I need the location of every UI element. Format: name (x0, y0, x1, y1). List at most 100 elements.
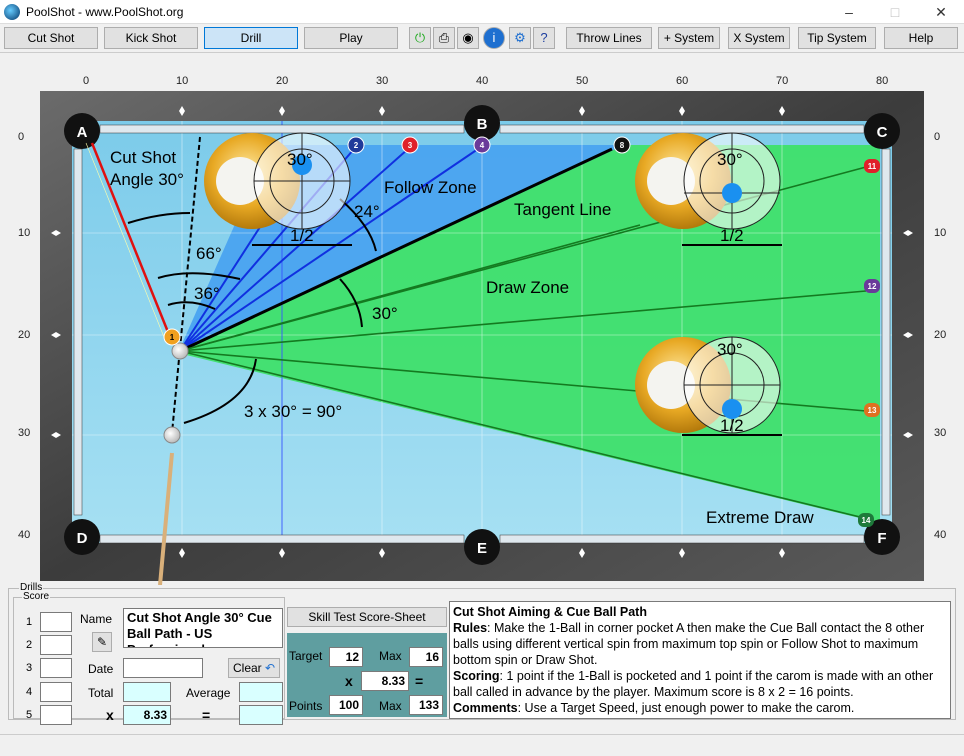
follow-diagram-angle: 30° (287, 150, 313, 169)
average-label: Average (186, 686, 231, 700)
comments-text: : Use a Target Speed, just enough power … (517, 701, 855, 715)
settings-icon[interactable]: ⚙ (509, 27, 531, 49)
date-field[interactable] (123, 658, 203, 678)
ball-3-label: 3 (408, 141, 413, 150)
score-row-5-input[interactable] (40, 705, 72, 725)
score-row-3-input[interactable] (40, 658, 72, 678)
pocket-f-label: F (877, 530, 886, 547)
scoring-label: Scoring (453, 669, 500, 683)
drill-description[interactable]: Cut Shot Aiming & Cue Ball Path Rules: M… (449, 601, 951, 719)
total-field[interactable] (123, 682, 171, 702)
tangent-diagram-half: 1/2 (720, 226, 744, 245)
score-row-2-input[interactable] (40, 635, 72, 655)
play-button[interactable]: Play (304, 27, 398, 49)
equals-symbol: = (202, 707, 211, 723)
plus-system-button[interactable]: + System (658, 27, 720, 49)
cue-ball-ghost (171, 342, 189, 360)
rules-paragraph: Rules: Make the 1-Ball in corner pocket … (453, 620, 947, 668)
average-field[interactable] (239, 682, 283, 702)
ball-2-label: 2 (354, 141, 359, 150)
pocket-c-label: C (877, 124, 888, 141)
ball-11-label: 11 (868, 162, 877, 171)
ball-8-label: 8 (620, 141, 625, 150)
pocket-b-label: B (477, 116, 488, 133)
max2-label: Max (379, 699, 402, 713)
maximize-button[interactable]: □ (872, 0, 918, 24)
pocket-a-label: A (77, 124, 88, 141)
camera-icon[interactable]: ◉ (457, 27, 479, 49)
window-title: PoolShot - www.PoolShot.org (26, 5, 184, 19)
extreme-draw-text: Extreme Draw (706, 508, 814, 527)
rules-label: Rules (453, 621, 488, 635)
throw-lines-button[interactable]: Throw Lines (566, 27, 652, 49)
skill-test-grid: Target 12 Max 16 x 8.33 = Points 100 Max… (287, 633, 447, 717)
points-field[interactable]: 100 (329, 695, 363, 715)
skill-test-panel: Skill Test Score-Sheet Target 12 Max 16 … (287, 607, 447, 717)
result-field[interactable] (239, 705, 283, 725)
multiplier-field[interactable]: 8.33 (123, 705, 171, 725)
max-label: Max (379, 649, 402, 663)
max2-field[interactable]: 133 (409, 695, 443, 715)
drill-button[interactable]: Drill (204, 27, 298, 49)
tip-system-button[interactable]: Tip System (798, 27, 876, 49)
ball-4-label: 4 (480, 141, 485, 150)
multiply-symbol: x (106, 707, 114, 723)
drills-panel: Drills Score 1 2 3 4 5 Name ✎ Cut Shot A… (8, 582, 956, 725)
pocket-e-label: E (477, 540, 487, 557)
undo-icon: ↶ (265, 661, 276, 675)
kick-shot-button[interactable]: Kick Shot (104, 27, 198, 49)
row-4-label: 4 (26, 686, 33, 698)
total-label: Total (88, 686, 114, 700)
ball-14-label: 14 (862, 516, 871, 525)
help-doc-icon[interactable]: ? (533, 27, 555, 49)
cut-shot-text: Cut Shot (110, 148, 176, 167)
x-system-button[interactable]: X System (728, 27, 790, 49)
angle-text: Angle 30° (110, 170, 184, 189)
skill-multiplier-field[interactable]: 8.33 (361, 671, 409, 691)
help-button[interactable]: Help (884, 27, 958, 49)
notepad-icon[interactable]: ✎ (92, 632, 112, 652)
ball-12-label: 12 (868, 282, 877, 291)
score-legend: Score (22, 591, 51, 602)
scoring-text: : 1 point if the 1-Ball is pocketed and … (453, 669, 934, 699)
ball-13-label: 13 (868, 406, 877, 415)
cut-shot-button[interactable]: Cut Shot (4, 27, 98, 49)
target-field[interactable]: 12 (329, 647, 363, 667)
date-label: Date (88, 662, 114, 676)
angle-66-text: 66° (196, 244, 222, 263)
status-bar (0, 734, 964, 756)
score-box: Score 1 2 3 4 5 Name ✎ Cut Shot Angle 30… (13, 591, 285, 725)
power-icon[interactable]: ⏻ (409, 27, 431, 49)
cue-ball-start (163, 426, 181, 444)
sum-angle-text: 3 x 30° = 90° (244, 402, 342, 421)
skill-test-button[interactable]: Skill Test Score-Sheet (287, 607, 447, 627)
pocket-d-label: D (77, 530, 88, 547)
clear-button[interactable]: Clear ↶ (228, 658, 280, 678)
score-row-1-input[interactable] (40, 612, 72, 632)
description-title: Cut Shot Aiming & Cue Ball Path (453, 605, 647, 619)
angle-30-text: 30° (372, 304, 398, 323)
row-2-label: 2 (26, 639, 33, 651)
pool-table-area[interactable]: 0 10 20 30 40 50 60 70 80 0 10 20 30 40 … (0, 52, 964, 585)
draw-diagram-angle: 30° (717, 340, 743, 359)
follow-diagram-half: 1/2 (290, 226, 314, 245)
row-5-label: 5 (26, 709, 33, 721)
skill-equals-symbol: = (415, 673, 424, 689)
rules-text: : Make the 1-Ball in corner pocket A the… (453, 621, 925, 667)
title-bar: PoolShot - www.PoolShot.org – □ ✕ (0, 0, 964, 24)
draw-diagram-half: 1/2 (720, 416, 744, 435)
angle-24-text: 24° (354, 202, 380, 221)
draw-zone-text: Draw Zone (486, 278, 569, 297)
tangent-diagram-angle: 30° (717, 150, 743, 169)
drill-name-field[interactable]: Cut Shot Angle 30° Cue Ball Path - US Pr… (123, 608, 283, 648)
toolbar: Cut Shot Kick Shot Drill Play ⏻ ⎙ ◉ i ⚙ … (0, 24, 964, 52)
clear-button-label: Clear (233, 661, 262, 675)
score-row-4-input[interactable] (40, 682, 72, 702)
info-icon[interactable]: i (483, 27, 505, 49)
target-label: Target (289, 649, 323, 663)
print-icon[interactable]: ⎙ (433, 27, 455, 49)
minimize-button[interactable]: – (826, 0, 872, 24)
tangent-line-text: Tangent Line (514, 200, 611, 219)
max-field[interactable]: 16 (409, 647, 443, 667)
close-button[interactable]: ✕ (918, 0, 964, 24)
